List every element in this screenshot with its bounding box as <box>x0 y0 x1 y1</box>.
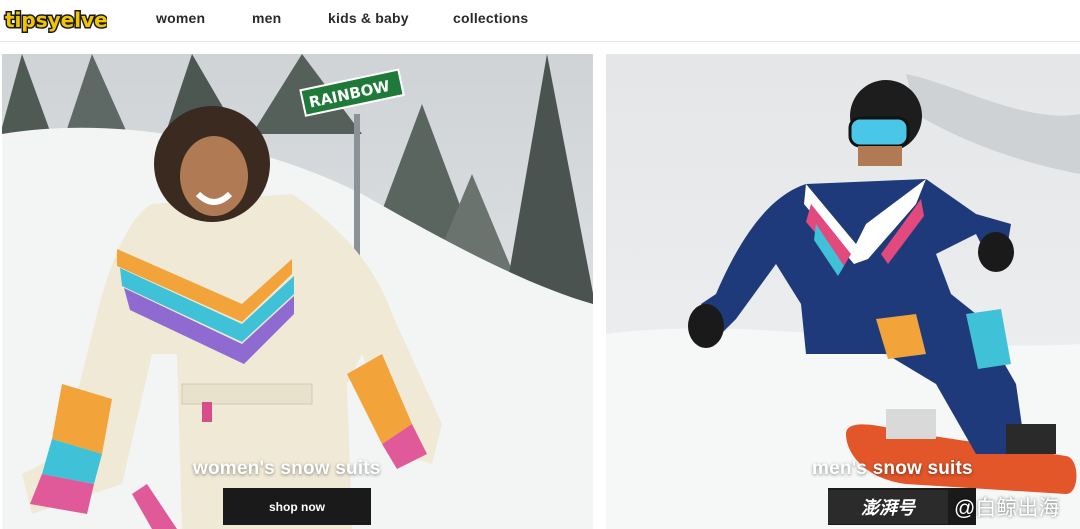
promo-tile-mens-snow-suits[interactable]: men's snow suits shop now <box>606 54 1080 529</box>
nav-item-collections[interactable]: collections <box>453 10 528 26</box>
nav-item-women[interactable]: women <box>156 10 205 26</box>
mens-snow-suits-title: men's snow suits <box>812 458 973 479</box>
nav-item-kids-baby[interactable]: kids & baby <box>328 10 409 26</box>
tipsyelves-logo[interactable]: tipsyelves tipsyelves <box>3 3 108 35</box>
nav-item-men[interactable]: men <box>252 10 281 26</box>
watermark-account: @白鲸出海 <box>954 497 1060 520</box>
womens-snow-suits-title: women's snow suits <box>193 458 381 479</box>
svg-text:tipsyelves: tipsyelves <box>5 8 107 32</box>
source-watermark: 澎湃号 @白鲸出海 <box>828 488 1076 526</box>
promo-tile-womens-snow-suits[interactable]: RAINBOW women's snow suits shop now <box>2 54 593 529</box>
watermark-brand: 澎湃号 <box>828 490 948 524</box>
site-header: tipsyelves tipsyelves women men kids & b… <box>0 0 1080 42</box>
shop-now-button-womens[interactable]: shop now <box>223 488 371 525</box>
